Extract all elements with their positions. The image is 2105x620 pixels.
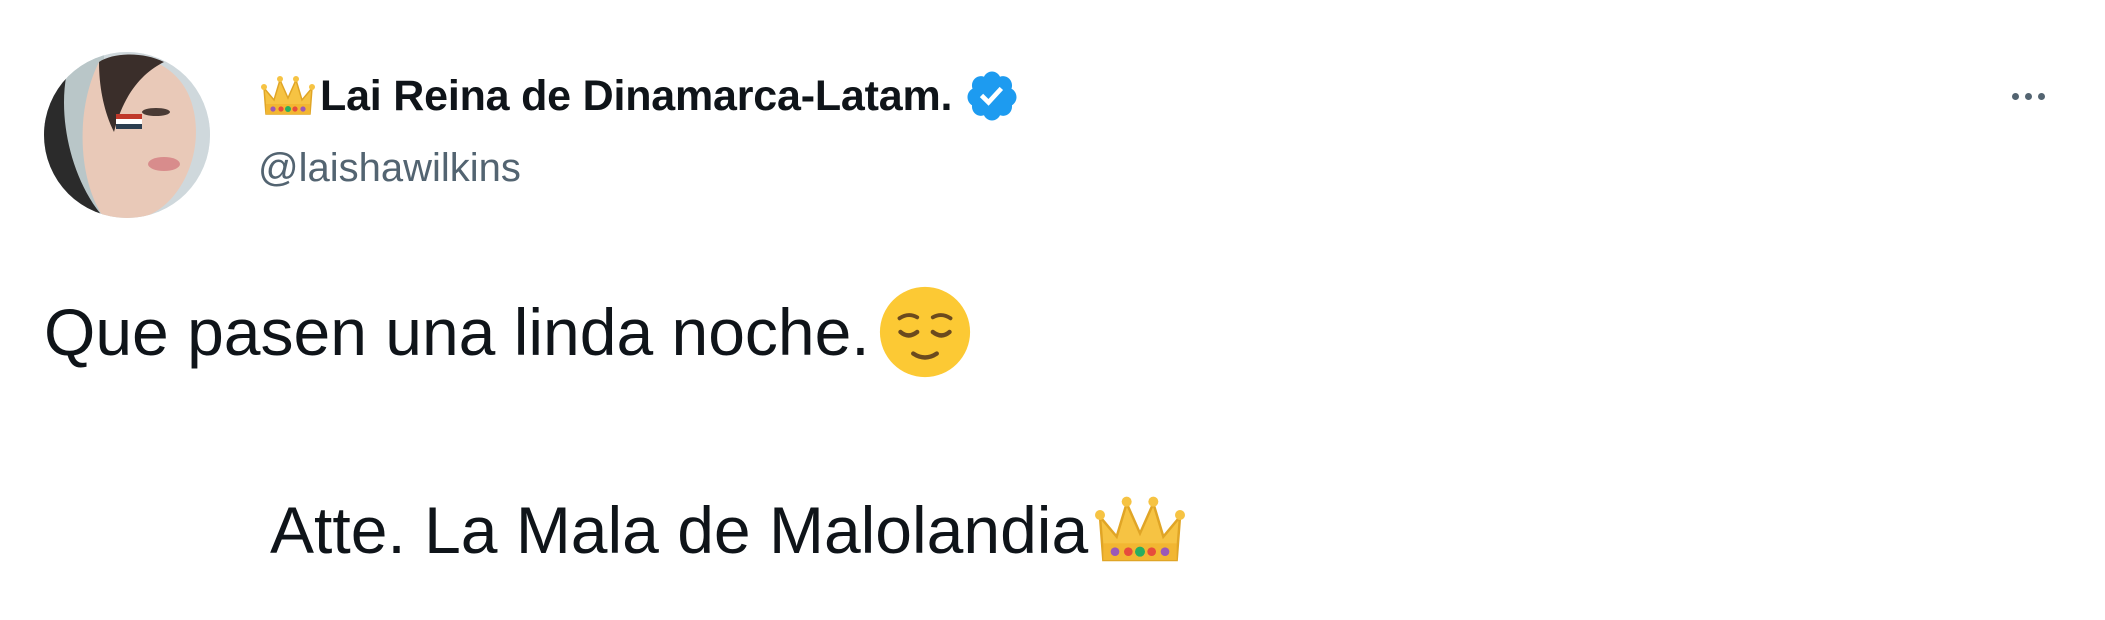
relieved-face-icon — [876, 283, 974, 381]
tweet-card: Lai Reina de Dinamarca-Latam. @laishawil… — [0, 0, 2105, 620]
more-options-icon[interactable] — [1996, 72, 2060, 120]
profile-photo-icon — [44, 52, 210, 218]
verified-badge-icon — [964, 68, 1020, 124]
author-name-row[interactable]: Lai Reina de Dinamarca-Latam. — [258, 66, 1020, 126]
tweet-text-line-1: Que pasen una linda noche. — [44, 284, 974, 380]
crown-icon — [258, 66, 318, 126]
tweet-text: Que pasen una linda noche. — [44, 295, 870, 369]
author-display-name: Lai Reina de Dinamarca-Latam. — [320, 71, 953, 120]
crown-icon — [1090, 480, 1190, 580]
tweet-signature: Atte. La Mala de Malolandia — [270, 493, 1089, 567]
avatar[interactable] — [44, 52, 210, 218]
tweet-text-line-2: Atte. La Mala de Malolandia — [270, 480, 1190, 580]
author-handle[interactable]: @laishawilkins — [258, 146, 521, 191]
